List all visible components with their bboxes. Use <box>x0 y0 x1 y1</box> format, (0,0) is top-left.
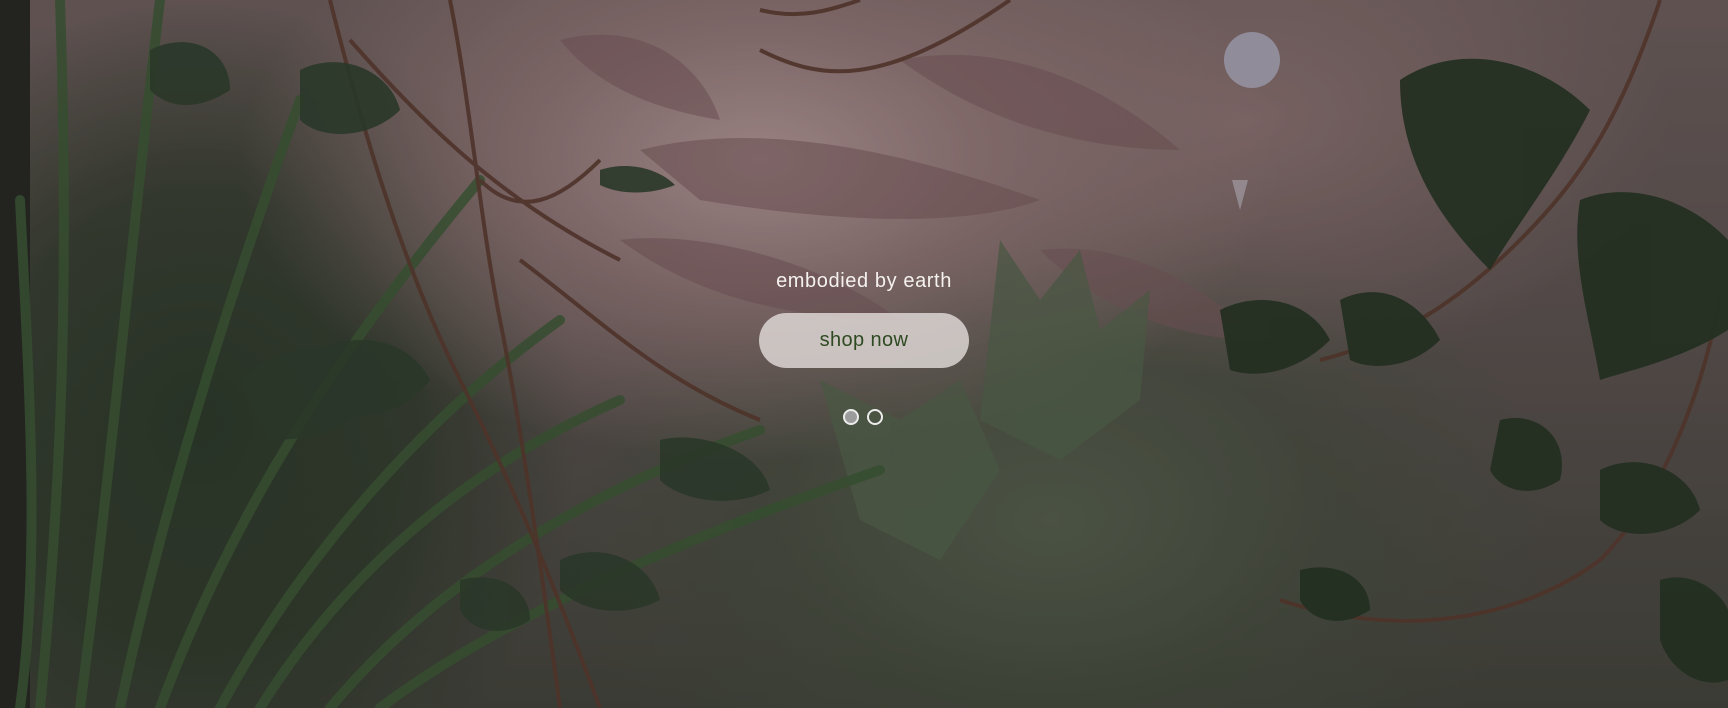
hero-banner: embodied by earth shop now <box>0 0 1728 708</box>
slideshow-pagination <box>843 409 883 425</box>
hero-content: embodied by earth shop now <box>0 0 1728 708</box>
hero-tagline: embodied by earth <box>776 270 952 292</box>
slide-dot-2[interactable] <box>867 409 883 425</box>
slide-dot-1[interactable] <box>843 409 859 425</box>
shop-now-button[interactable]: shop now <box>759 313 969 368</box>
